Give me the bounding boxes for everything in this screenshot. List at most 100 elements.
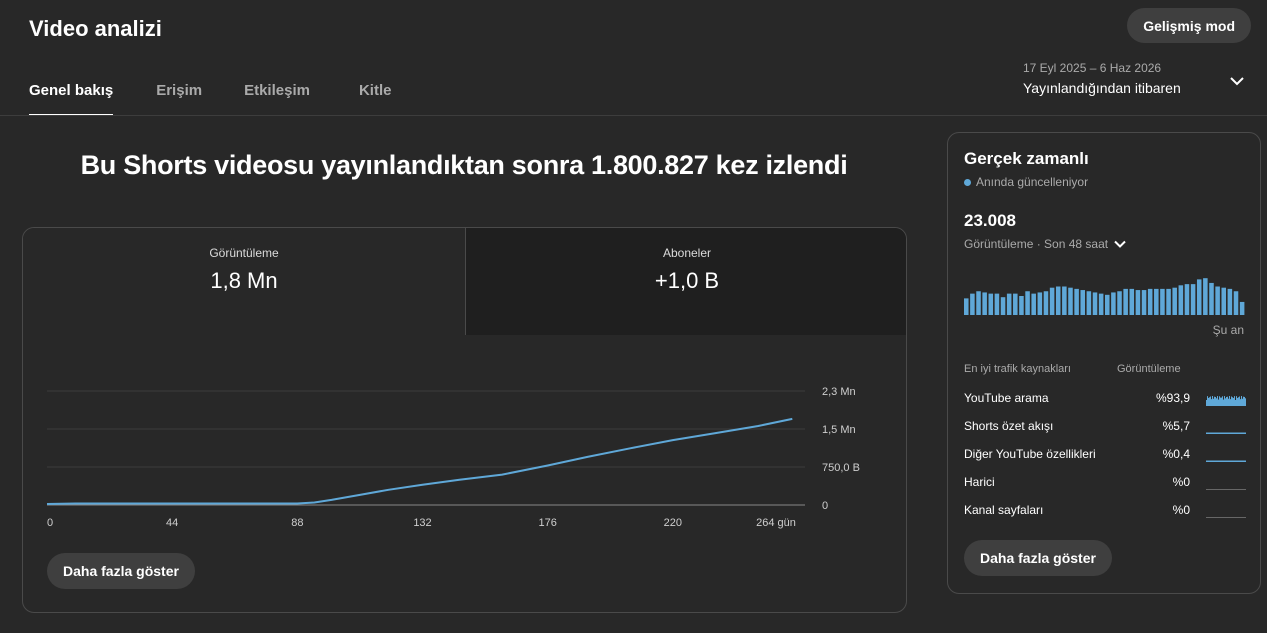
realtime-card: Gerçek zamanlı Anında güncelleniyor 23.0… [947, 132, 1261, 594]
sparkline-bar [1226, 517, 1227, 518]
show-more-button[interactable]: Daha fazla göster [47, 553, 195, 589]
sparkline-bar [1239, 396, 1240, 406]
sparkline-bar [1209, 397, 1210, 406]
sparkline-bar [1241, 396, 1242, 406]
traffic-source-name: Harici [964, 475, 995, 489]
sparkline-bar [1215, 460, 1216, 462]
tab-reach[interactable]: Erişim [156, 72, 202, 116]
sparkline-bar [1220, 460, 1221, 462]
traffic-source-percent: %5,7 [1162, 419, 1190, 433]
realtime-bar [1037, 292, 1043, 315]
metric-subscribers[interactable]: Aboneler +1,0 B [465, 228, 906, 335]
sparkline-bar [1213, 460, 1214, 462]
realtime-bar [1129, 288, 1135, 315]
sparkline-bar [1233, 460, 1234, 462]
sparkline-bar [1240, 399, 1241, 406]
traffic-source-percent: %0,4 [1162, 447, 1190, 461]
sparkline-bar [1215, 396, 1216, 406]
sparkline-bar [1211, 460, 1212, 462]
realtime-live-status: Anında güncelleniyor [964, 175, 1088, 189]
sparkline-bar [1209, 460, 1210, 462]
traffic-source-percent: %93,9 [1155, 391, 1190, 405]
views-chart: 0 750,0 B 1,5 Mn 2,3 Mn 0 44 88 132 176 220 264 gü… [46, 386, 860, 529]
sparkline-bar [1232, 432, 1233, 434]
sparkline-bar [1210, 489, 1211, 490]
sparkline-bar [1209, 432, 1210, 434]
sparkline-bar [1220, 517, 1221, 518]
sparkline-bar [1218, 489, 1219, 490]
advanced-mode-button[interactable]: Gelişmiş mod [1127, 8, 1251, 43]
realtime-bar [1025, 291, 1030, 315]
sparkline-bar [1207, 460, 1208, 462]
sparkline-bar [1217, 396, 1218, 406]
sparkline-bar [1242, 398, 1243, 406]
y-tick-label: 2,3 Mn [822, 386, 856, 398]
sparkline-bar [1236, 517, 1237, 518]
sparkline-bar [1213, 489, 1214, 490]
sparkline-bar [1208, 397, 1209, 406]
tab-engagement[interactable]: Etkileşim [244, 72, 310, 116]
sparkline-bar [1214, 517, 1215, 518]
traffic-source-row: Shorts özet akışı %5,7 [964, 417, 1246, 437]
date-range[interactable]: 17 Eyl 2025 – 6 Haz 2026 [1023, 61, 1161, 75]
traffic-sources-title: En iyi trafik kaynakları [964, 363, 1071, 375]
sparkline-bar [1226, 489, 1227, 490]
sparkline-bar [1243, 517, 1244, 518]
sparkline-bar [1213, 432, 1214, 434]
sparkline-bar [1207, 396, 1208, 406]
realtime-show-more-button[interactable]: Daha fazla göster [964, 540, 1112, 576]
traffic-source-row: Kanal sayfaları %0 [964, 501, 1246, 521]
sparkline-bar [1232, 489, 1233, 490]
traffic-source-name: Diğer YouTube özellikleri [964, 447, 1096, 461]
sparkline-bar [1237, 397, 1238, 406]
overview-card: Görüntüleme 1,8 Mn Aboneler +1,0 B 0 750,… [22, 227, 907, 613]
chevron-down-icon[interactable] [1228, 72, 1246, 90]
tab-overview[interactable]: Genel bakış [29, 72, 114, 116]
sparkline-bar [1224, 460, 1225, 462]
sparkline-bar [1210, 460, 1211, 462]
sparkline-bar [1236, 489, 1237, 490]
sparkline-bar [1234, 396, 1235, 406]
realtime-bar [1123, 288, 1128, 315]
sparkline-bar [1221, 432, 1222, 434]
realtime-bar [1006, 293, 1012, 315]
realtime-count: 23.008 [964, 211, 1016, 230]
realtime-period-label: Görüntüleme · Son 48 saat [964, 237, 1109, 251]
realtime-now-label: Şu an [1212, 323, 1244, 337]
realtime-bar [1043, 291, 1049, 315]
sparkline-bar [1211, 399, 1212, 406]
sparkline-bar [1223, 432, 1224, 434]
sparkline-bar [1225, 432, 1226, 434]
sparkline-bar [1245, 432, 1246, 434]
realtime-title: Gerçek zamanlı [964, 149, 1089, 168]
sparkline-bar [1232, 460, 1233, 462]
sparkline-bar [1212, 489, 1213, 490]
realtime-bar [988, 293, 994, 315]
tab-audience[interactable]: Kitle [359, 72, 392, 116]
realtime-bar-chart [964, 278, 1245, 315]
sparkline-bar [1237, 432, 1238, 434]
sparkline-bar [1243, 460, 1244, 462]
sparkline-bar [1208, 489, 1209, 490]
views-headline: Bu Shorts videosu yayınlandıktan sonra 1… [80, 150, 848, 180]
sparkline-bar [1216, 398, 1217, 406]
sparkline-bar [1219, 432, 1220, 434]
realtime-period-selector[interactable]: Görüntüleme · Son 48 saat [964, 237, 1127, 251]
sparkline-bar [1233, 432, 1234, 434]
header-divider [0, 115, 1267, 116]
sparkline-bar [1212, 517, 1213, 518]
realtime-bar [1178, 285, 1184, 315]
realtime-bar [1160, 288, 1165, 315]
sparkline-bar [1217, 489, 1218, 490]
sparkline-bar [1231, 432, 1232, 434]
sparkline-bar [1212, 432, 1213, 434]
sparkline-bar [1206, 517, 1207, 518]
date-range-label[interactable]: Yayınlandığından itibaren [1023, 80, 1181, 96]
realtime-bar [1154, 288, 1159, 315]
chevron-down-icon[interactable] [1113, 237, 1127, 251]
metric-views[interactable]: Görüntüleme 1,8 Mn [23, 228, 465, 335]
sparkline-bar [1223, 399, 1224, 406]
realtime-bar [982, 292, 987, 315]
sparkline-bar [1226, 460, 1227, 462]
sparkline-bar [1236, 432, 1237, 434]
